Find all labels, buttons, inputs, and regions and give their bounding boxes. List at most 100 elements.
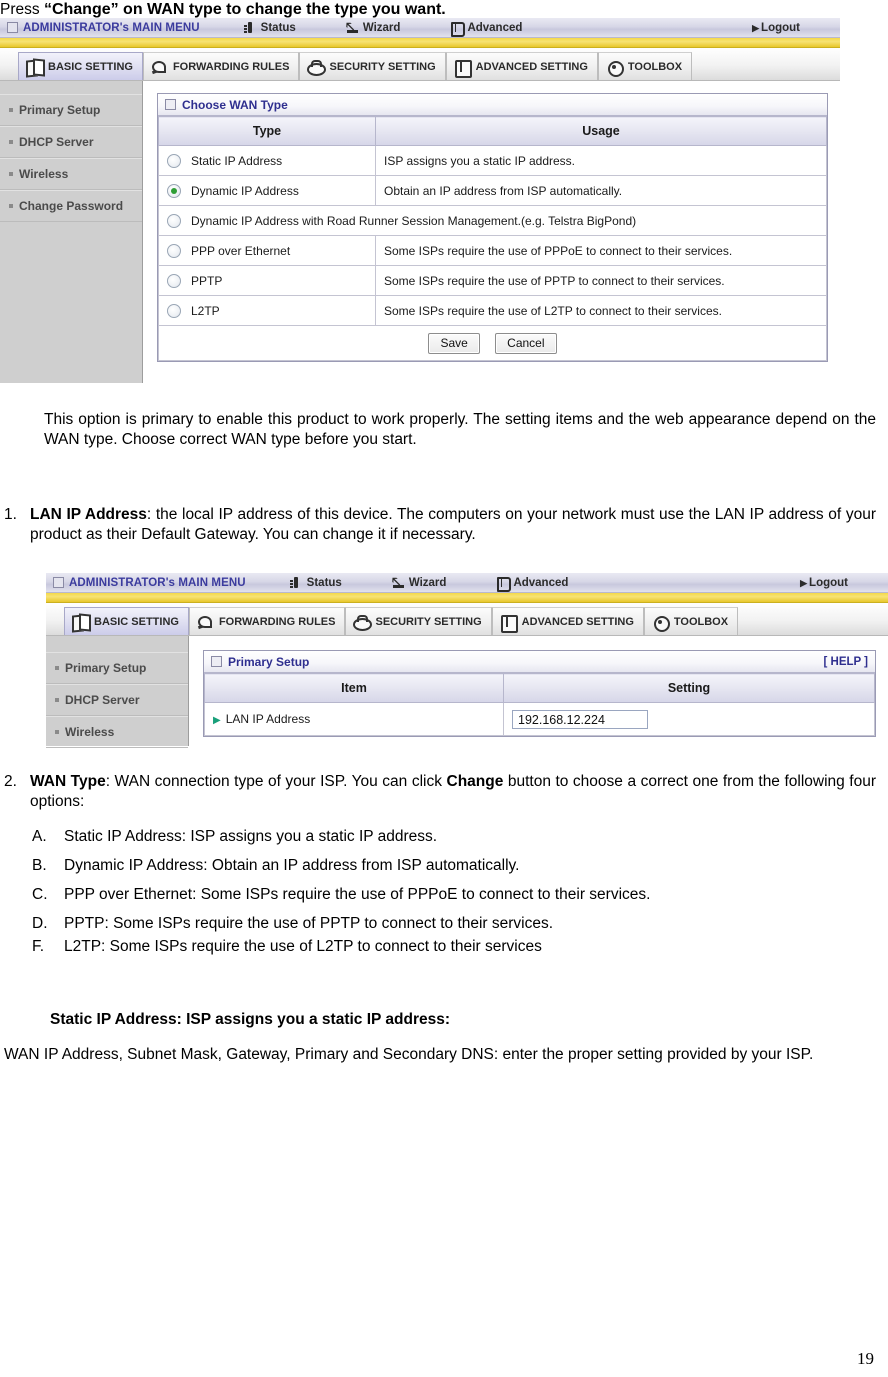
router-main-content: Choose WAN Type Type Usage Static IP Add…: [143, 81, 840, 383]
wan-type-table: Type Usage Static IP Address ISP assigns…: [158, 116, 827, 361]
sidebar-item-dhcp-server[interactable]: DHCP Server: [0, 126, 142, 158]
sidebar-item-dhcp-server[interactable]: DHCP Server: [46, 684, 188, 716]
list-item-lan-ip-address: 1. LAN IP Address: the local IP address …: [4, 505, 876, 545]
wizard-icon: [392, 573, 405, 595]
radio-pptp[interactable]: [167, 273, 181, 288]
tab-forwarding-rules[interactable]: FORWARDING RULES: [188, 607, 346, 635]
list-item-term: WAN Type: [30, 773, 106, 790]
topbar-item-advanced[interactable]: Advanced: [496, 576, 568, 592]
window-box-icon: [165, 99, 176, 110]
router-topbar: ADMINISTRATOR's MAIN MENU Status Wizard …: [46, 573, 888, 595]
tab-advanced-setting[interactable]: ADVANCED SETTING: [491, 607, 644, 635]
tab-basic-setting-label: BASIC SETTING: [48, 60, 133, 73]
cancel-button[interactable]: Cancel: [495, 332, 557, 354]
topbar-item-status[interactable]: Status: [289, 576, 342, 589]
radio-pppoe[interactable]: [167, 243, 181, 258]
table-row: Dynamic IP Address with Road Runner Sess…: [158, 205, 827, 236]
topbar-item-logout[interactable]: ▶ Logout: [800, 577, 848, 589]
wan-type-cell-road-runner[interactable]: Dynamic IP Address with Road Runner Sess…: [158, 205, 827, 236]
radio-dynamic-ip[interactable]: [167, 183, 181, 198]
panel-title: Choose WAN Type: [182, 97, 288, 112]
sidebar-item-label: Primary Setup: [19, 103, 101, 117]
list-marker: 1.: [4, 506, 17, 523]
choose-wan-type-panel: Choose WAN Type Type Usage Static IP Add…: [157, 93, 828, 362]
radio-static-ip[interactable]: [167, 153, 181, 168]
wan-type-cell[interactable]: PPP over Ethernet: [158, 235, 376, 266]
wan-type-label: Dynamic IP Address with Road Runner Sess…: [191, 213, 637, 228]
wan-type-label: Dynamic IP Address: [191, 183, 299, 198]
bullet-icon: [9, 108, 13, 112]
radio-l2tp[interactable]: [167, 303, 181, 318]
router-screenshot-primary-setup: ADMINISTRATOR's MAIN MENU Status Wizard …: [46, 573, 888, 763]
topbar-item-logout[interactable]: ▶ Logout: [752, 22, 800, 34]
gear-icon: [605, 58, 624, 77]
sub-list-marker: A.: [32, 828, 47, 845]
wan-usage-cell: ISP assigns you a static IP address.: [375, 145, 827, 176]
tab-advanced-setting[interactable]: ADVANCED SETTING: [445, 52, 598, 80]
tab-basic-setting[interactable]: BASIC SETTING: [18, 52, 143, 80]
chevron-right-icon: ▶: [800, 577, 808, 588]
topbar-logout-label: Logout: [761, 21, 800, 34]
sidebar-item-wireless[interactable]: Wireless: [0, 158, 142, 190]
table-row: Static IP Address ISP assigns you a stat…: [158, 145, 827, 176]
cabinet-icon: [453, 58, 472, 78]
sidebar-item-primary-setup[interactable]: Primary Setup: [0, 94, 142, 126]
wan-type-cell[interactable]: PPTP: [158, 265, 376, 296]
static-ip-heading: Static IP Address: ISP assigns you a sta…: [50, 1011, 451, 1028]
topbar-item-wizard[interactable]: Wizard: [346, 18, 401, 40]
tab-basic-setting[interactable]: BASIC SETTING: [64, 607, 189, 635]
topbar-item-status[interactable]: Status: [243, 21, 296, 34]
topbar-wizard-label: Wizard: [408, 576, 447, 589]
sub-list-item-d: D. PPTP: Some ISPs require the use of PP…: [32, 914, 876, 934]
tab-forwarding-rules[interactable]: FORWARDING RULES: [142, 52, 300, 80]
lan-ip-address-input[interactable]: 192.168.12.224: [512, 709, 648, 729]
wan-type-cell[interactable]: L2TP: [158, 295, 376, 326]
sidebar-item-change-password[interactable]: Change Password: [0, 190, 142, 222]
book-icon: [71, 613, 89, 631]
setting-item-label: LAN IP Address: [225, 712, 311, 726]
tab-security-setting-label: SECURITY SETTING: [375, 615, 482, 628]
list-item-body: LAN IP Address: the local IP address of …: [30, 505, 876, 545]
book-icon: [25, 58, 43, 76]
shield-icon: [306, 58, 327, 76]
router-body: Primary Setup DHCP Server Wireless Chang…: [0, 81, 840, 383]
sub-list-marker: D.: [32, 915, 48, 932]
topbar-item-wizard[interactable]: Wizard: [392, 573, 447, 595]
help-link[interactable]: [ HELP ]: [823, 656, 868, 668]
sidebar-item-label: Change Password: [19, 199, 124, 213]
table-row: PPP over Ethernet Some ISPs require the …: [158, 235, 827, 266]
sub-list-text: L2TP: Some ISPs require the use of L2TP …: [64, 938, 542, 955]
topbar-item-advanced[interactable]: Advanced: [450, 21, 522, 37]
tab-advanced-setting-label: ADVANCED SETTING: [475, 60, 588, 73]
primary-setup-panel: Primary Setup [ HELP ] Item Setting ▶ LAN…: [203, 650, 876, 737]
tab-toolbox[interactable]: TOOLBOX: [643, 607, 739, 635]
sidebar-item-wireless[interactable]: Wireless: [46, 716, 188, 748]
wan-type-cell[interactable]: Dynamic IP Address: [158, 175, 376, 206]
window-box-icon: [53, 577, 64, 588]
page-number: 19: [857, 1349, 874, 1368]
sub-list-item-b: B. Dynamic IP Address: Obtain an IP addr…: [32, 856, 876, 876]
tab-security-setting[interactable]: SECURITY SETTING: [299, 52, 446, 80]
bullet-icon: [9, 204, 13, 208]
table-header-row: Item Setting: [204, 673, 875, 703]
save-button[interactable]: Save: [428, 332, 480, 354]
sidebar-item-label: Wireless: [65, 725, 115, 739]
sidebar-item-label: Primary Setup: [65, 661, 147, 675]
table-row: L2TP Some ISPs require the use of L2TP t…: [158, 295, 827, 326]
tab-advanced-setting-label: ADVANCED SETTING: [521, 615, 634, 628]
setting-item-cell: ▶ LAN IP Address: [204, 702, 504, 736]
tab-security-setting[interactable]: SECURITY SETTING: [345, 607, 492, 635]
tab-toolbox[interactable]: TOOLBOX: [597, 52, 693, 80]
wan-type-cell[interactable]: Static IP Address: [158, 145, 376, 176]
router-sidebar: Primary Setup DHCP Server Wireless: [46, 636, 189, 748]
sidebar-item-primary-setup[interactable]: Primary Setup: [46, 652, 188, 684]
column-header-type: Type: [158, 116, 376, 146]
sub-list-text: PPTP: Some ISPs require the use of PPTP …: [64, 915, 554, 932]
column-header-usage: Usage: [375, 116, 827, 146]
main-menu-label: ADMINISTRATOR's MAIN MENU: [69, 576, 246, 589]
radio-road-runner[interactable]: [167, 213, 181, 228]
list-item-emphasis-change: Change: [446, 773, 504, 790]
wan-type-label: Static IP Address: [191, 153, 283, 168]
table-row: Dynamic IP Address Obtain an IP address …: [158, 175, 827, 206]
router-tabrow: BASIC SETTING FORWARDING RULES SECURITY …: [0, 48, 840, 81]
